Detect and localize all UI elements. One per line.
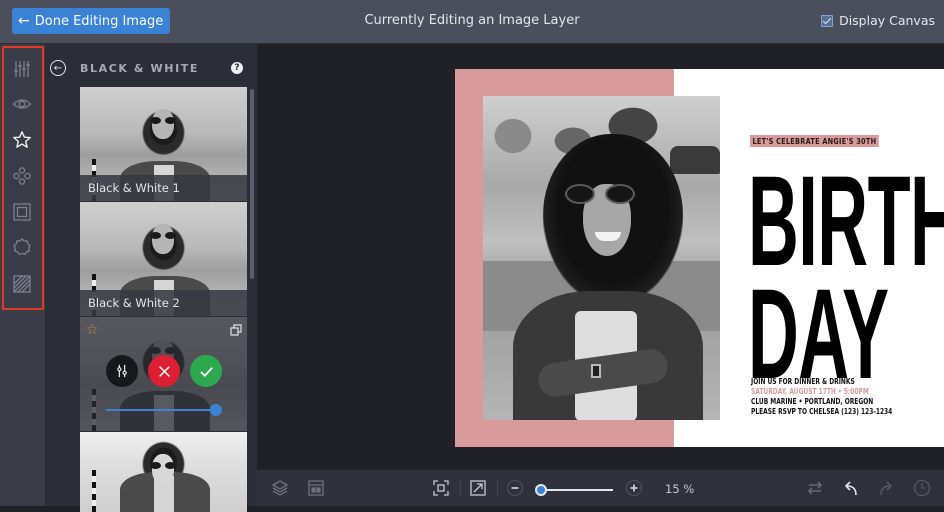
tagline-text[interactable]: LET'S CELEBRATE ANGIE'S 30TH [750, 135, 879, 147]
sliders-icon [117, 364, 127, 378]
zoom-slider[interactable] [541, 489, 613, 491]
details-line: PLEASE RSVP TO CHELSEA (123) 123-1234 [751, 407, 893, 416]
filter-thumbnail[interactable]: Black & White 1 [80, 87, 247, 201]
filter-thumbnail[interactable] [80, 432, 247, 512]
fit-screen-icon[interactable] [432, 479, 450, 497]
checkmark-icon [199, 366, 213, 377]
filter-label: Black & White 2 [80, 290, 247, 316]
tool-rail [0, 44, 45, 506]
layers-icon[interactable] [271, 479, 289, 497]
cancel-filter-button[interactable] [148, 355, 180, 387]
filter-thumbnail[interactable]: Black & White 2 [80, 202, 247, 316]
star-icon[interactable] [10, 128, 34, 152]
details-line: JOIN US FOR DINNER & DRINKS [751, 377, 855, 386]
close-icon [158, 365, 170, 377]
favorite-star-icon[interactable]: ☆ [86, 323, 99, 337]
display-canvas-checkbox[interactable] [821, 14, 834, 27]
zoom-slider-handle[interactable] [535, 484, 547, 496]
filter-label: Black & White 1 [80, 175, 247, 201]
filter-intensity-slider[interactable] [106, 409, 218, 411]
design-document: LET'S CELEBRATE ANGIE'S 30TH BIRTH DAY J… [455, 69, 944, 447]
apply-filter-button[interactable] [190, 355, 222, 387]
image-layer[interactable] [483, 96, 720, 420]
filter-intensity-handle[interactable] [210, 404, 222, 416]
toolbar-divider [460, 480, 461, 496]
redo-icon[interactable] [877, 479, 895, 497]
adjust-filter-button[interactable] [106, 355, 138, 387]
frame-icon[interactable] [10, 200, 34, 224]
details-line-date: SATURDAY, AUGUST 17TH • 5:00PM [751, 387, 869, 396]
display-canvas-toggle[interactable]: Display Canvas [821, 13, 935, 28]
details-line: CLUB MARINE • PORTLAND, OREGON [751, 397, 874, 406]
toolbar-divider [497, 480, 498, 496]
effects-icon[interactable] [10, 164, 34, 188]
undo-icon[interactable] [842, 479, 860, 497]
panel-scrollbar[interactable] [250, 89, 254, 279]
canvas-area: LET'S CELEBRATE ANGIE'S 30TH BIRTH DAY J… [257, 44, 944, 470]
zoom-value: 15 % [665, 482, 695, 496]
texture-icon[interactable] [10, 272, 34, 296]
layout-icon[interactable] [307, 479, 325, 497]
page-title: Currently Editing an Image Layer [364, 13, 580, 28]
help-icon[interactable]: ? [231, 62, 243, 74]
sliders-icon[interactable] [10, 57, 34, 81]
filter-thumbnail-selected[interactable]: ☆ [80, 317, 247, 431]
display-canvas-label: Display Canvas [839, 13, 935, 28]
event-details[interactable]: JOIN US FOR DINNER & DRINKS SATURDAY, AU… [751, 377, 892, 417]
duplicate-icon[interactable] [230, 324, 242, 336]
swap-icon[interactable] [806, 479, 824, 497]
bottom-toolbar: 15 % [257, 470, 944, 506]
back-icon[interactable]: ← [50, 60, 66, 76]
zoom-in-icon[interactable] [625, 479, 643, 497]
badge-icon[interactable] [10, 235, 34, 259]
eye-icon[interactable] [10, 92, 34, 116]
top-bar: ← Done Editing Image Currently Editing a… [0, 0, 944, 44]
expand-icon[interactable] [469, 479, 487, 497]
zoom-out-icon[interactable] [506, 479, 524, 497]
filter-panel: ← BLACK & WHITE ? Black & White 1 Black … [45, 44, 257, 512]
filter-preview-image [80, 432, 247, 512]
panel-title: BLACK & WHITE [80, 62, 200, 75]
history-icon[interactable] [913, 479, 931, 497]
